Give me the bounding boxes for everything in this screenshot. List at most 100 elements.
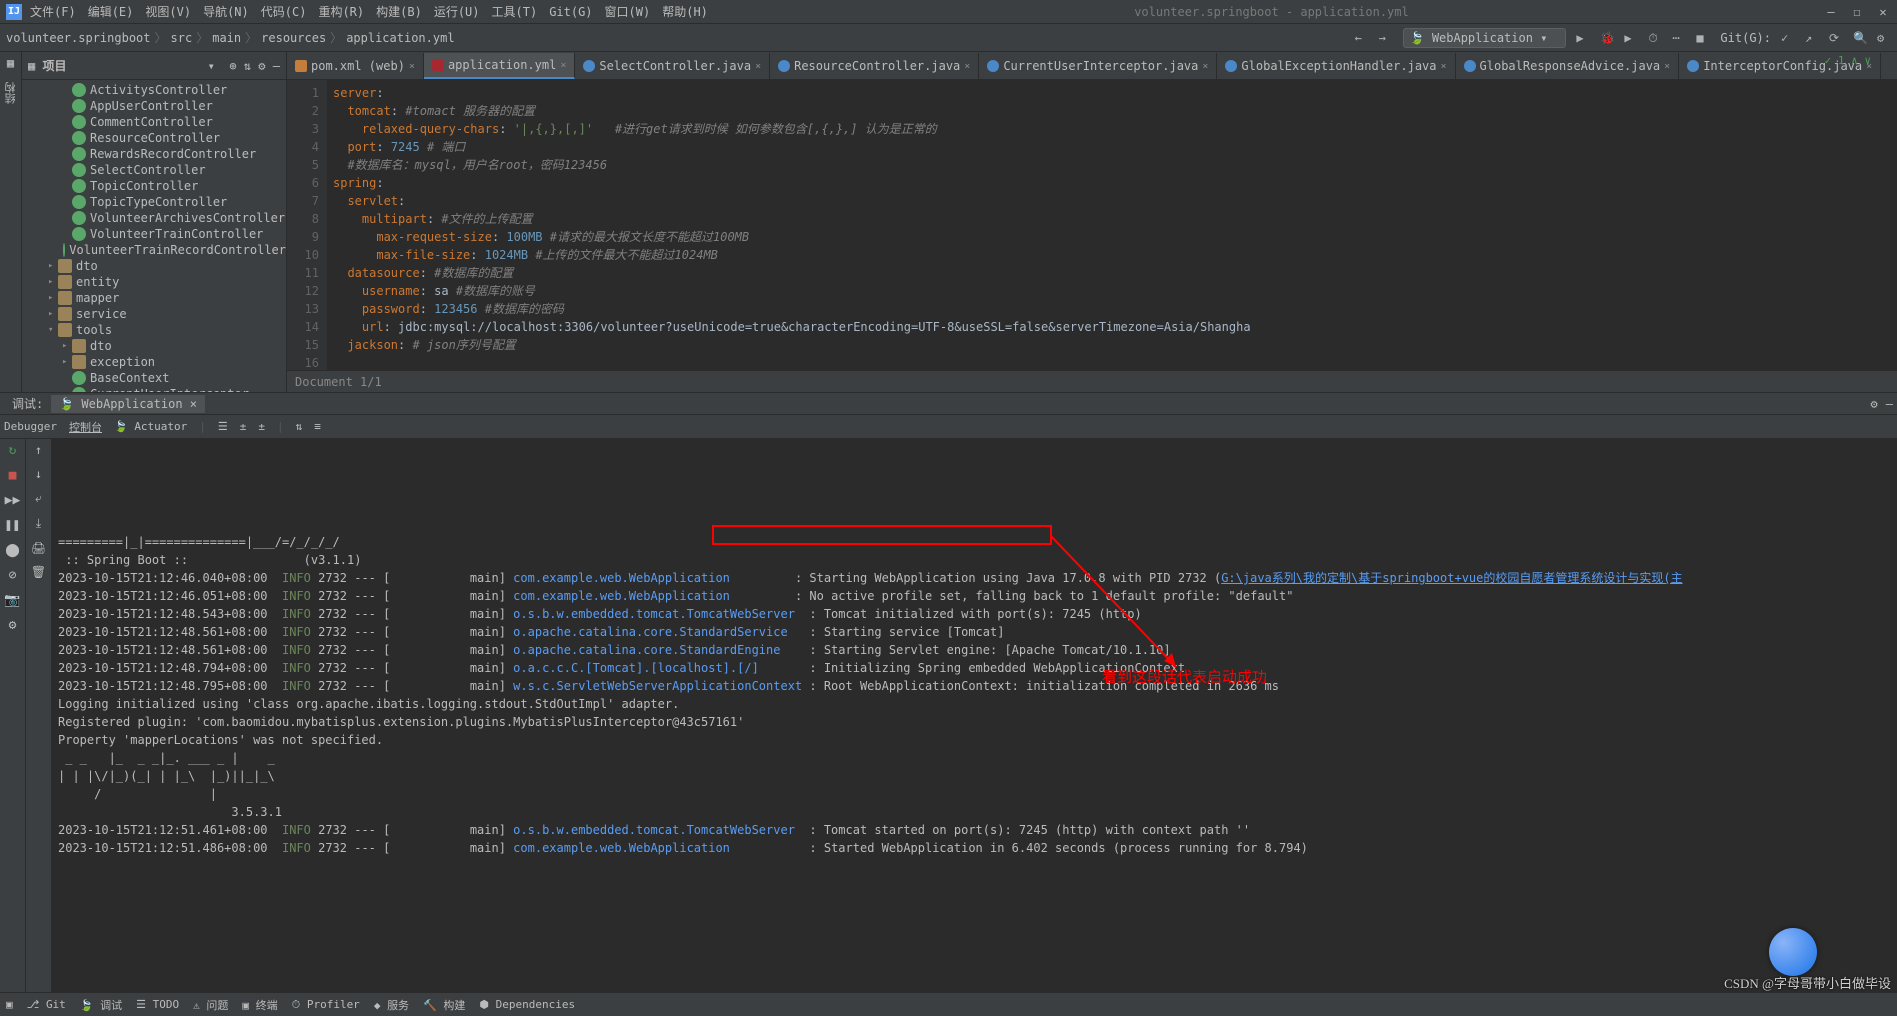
console-tool-icon5[interactable]: ≡	[314, 420, 321, 433]
editor-tab[interactable]: application.yml×	[424, 53, 575, 79]
clear-icon[interactable]: 🗑	[31, 565, 46, 579]
editor-tab[interactable]: GlobalResponseAdvice.java×	[1456, 53, 1680, 79]
crumb-project[interactable]: volunteer.springboot	[6, 31, 151, 45]
tree-node[interactable]: VolunteerArchivesController	[22, 210, 286, 226]
status-expand-icon[interactable]: ▣	[6, 998, 13, 1011]
menu-run[interactable]: 运行(U)	[434, 3, 480, 20]
stop-icon[interactable]: ■	[1696, 31, 1710, 45]
minimize-icon[interactable]: —	[1823, 5, 1839, 19]
console-tool-icon4[interactable]: ⇅	[296, 420, 303, 433]
settings-icon[interactable]: ⚙	[258, 59, 265, 73]
run-config-tab[interactable]: 🍃 WebApplication ×	[51, 395, 205, 413]
menu-window[interactable]: 窗口(W)	[605, 3, 651, 20]
tree-node[interactable]: ▸service	[22, 306, 286, 322]
status-debug[interactable]: 🍃 调试	[80, 997, 122, 1013]
run-hide-icon[interactable]: —	[1886, 397, 1893, 411]
tree-node[interactable]: ActivitysController	[22, 82, 286, 98]
status-dependencies[interactable]: ⬢ Dependencies	[479, 998, 575, 1011]
tree-node[interactable]: VolunteerTrainRecordController	[22, 242, 286, 258]
project-tool-button[interactable]: ▦	[7, 56, 14, 70]
debug-icon[interactable]: 🐞	[1600, 31, 1614, 45]
camera-icon[interactable]: 📷	[4, 593, 20, 608]
status-problems[interactable]: ⚠ 问题	[193, 997, 228, 1013]
crumb-file[interactable]: application.yml	[346, 31, 454, 45]
up-icon[interactable]: ↑	[35, 443, 42, 457]
status-git[interactable]: ⎇ Git	[27, 998, 66, 1011]
editor-tab[interactable]: pom.xml (web)×	[287, 53, 424, 79]
forward-icon[interactable]: →	[1379, 31, 1393, 45]
expand-icon[interactable]: ⇅	[244, 59, 251, 73]
inspection-badge[interactable]: ✓ 1 ∧ ∨	[1825, 54, 1871, 67]
run-settings-icon[interactable]: ⚙	[1871, 397, 1878, 411]
stop-debug-icon[interactable]: ■	[9, 468, 17, 483]
status-services[interactable]: ◆ 服务	[374, 997, 409, 1013]
back-icon[interactable]: ←	[1355, 31, 1369, 45]
profile-icon[interactable]: ⏱	[1648, 31, 1662, 45]
hide-icon[interactable]: —	[273, 59, 280, 73]
crumb-resources[interactable]: resources	[261, 31, 326, 45]
coverage-icon[interactable]: ▶	[1624, 31, 1638, 45]
tree-node[interactable]: ▸entity	[22, 274, 286, 290]
crumb-main[interactable]: main	[212, 31, 241, 45]
vcs-push-icon[interactable]: ↗	[1805, 31, 1819, 45]
editor-tab[interactable]: GlobalExceptionHandler.java×	[1217, 53, 1455, 79]
tree-node[interactable]: ▸dto	[22, 258, 286, 274]
resume-icon[interactable]: ▶▶	[5, 493, 21, 508]
tree-node[interactable]: ▸mapper	[22, 290, 286, 306]
menu-build[interactable]: 构建(B)	[376, 3, 422, 20]
search-everywhere-icon[interactable]: 🔍	[1853, 31, 1867, 45]
vcs-history-icon[interactable]: ⟳	[1829, 31, 1843, 45]
run-config-combo[interactable]: 🍃 WebApplication ▾	[1403, 28, 1567, 48]
menu-git[interactable]: Git(G)	[549, 5, 592, 19]
menu-file[interactable]: 文件(F)	[30, 3, 76, 20]
console-tool-icon[interactable]: ☰	[218, 420, 228, 433]
tree-node[interactable]: ResourceController	[22, 130, 286, 146]
status-todo[interactable]: ☰ TODO	[136, 998, 179, 1011]
tree-node[interactable]: VolunteerTrainController	[22, 226, 286, 242]
collapse-icon[interactable]: ⊕	[229, 59, 236, 73]
attach-icon[interactable]: ⋯	[1672, 31, 1686, 45]
console-tool-icon2[interactable]: ±	[240, 420, 247, 433]
tree-node[interactable]: SelectController	[22, 162, 286, 178]
editor-tab[interactable]: CurrentUserInterceptor.java×	[979, 53, 1217, 79]
menu-code[interactable]: 代码(C)	[261, 3, 307, 20]
down-icon[interactable]: ↓	[35, 467, 42, 481]
view-breakpoints-icon[interactable]: ⬤	[5, 543, 20, 558]
actuator-tab[interactable]: 🍃 Actuator	[114, 420, 187, 433]
status-build[interactable]: 🔨 构建	[423, 997, 465, 1013]
run-icon[interactable]: ▶	[1576, 31, 1590, 45]
project-tool-dropdown-icon[interactable]: ▾	[208, 59, 215, 73]
status-profiler[interactable]: ⏱ Profiler	[292, 998, 360, 1012]
soft-wrap-icon[interactable]: ⤶	[35, 491, 42, 506]
crumb-src[interactable]: src	[171, 31, 193, 45]
pause-icon[interactable]: ❚❚	[5, 518, 21, 533]
project-tree[interactable]: ActivitysControllerAppUserControllerComm…	[22, 80, 286, 392]
structure-tab[interactable]: 结构	[1, 78, 21, 108]
project-selector-icon[interactable]: ▦	[28, 59, 35, 73]
status-terminal[interactable]: ▣ 终端	[242, 997, 277, 1013]
code-area[interactable]: server: tomcat: #tomact 服务器的配置 relaxed-q…	[327, 80, 1897, 370]
debugger-tab[interactable]: Debugger	[4, 420, 57, 433]
tree-node[interactable]: BaseContext	[22, 370, 286, 386]
tree-node[interactable]: CurrentUserInterceptor	[22, 386, 286, 392]
menu-help[interactable]: 帮助(H)	[662, 3, 708, 20]
settings-debug-icon[interactable]: ⚙	[9, 618, 17, 633]
tree-node[interactable]: ▸dto	[22, 338, 286, 354]
assistant-bubble-icon[interactable]	[1769, 928, 1817, 976]
close-icon[interactable]: ✕	[1875, 5, 1891, 19]
project-tool-title[interactable]: 项目	[42, 57, 66, 74]
menu-edit[interactable]: 编辑(E)	[88, 3, 134, 20]
menu-view[interactable]: 视图(V)	[145, 3, 191, 20]
scroll-end-icon[interactable]: ⤓	[36, 516, 41, 531]
rerun-icon[interactable]: ↻	[9, 443, 17, 458]
editor-tab[interactable]: ResourceController.java×	[770, 53, 979, 79]
menu-refactor[interactable]: 重构(R)	[318, 3, 364, 20]
tree-node[interactable]: TopicTypeController	[22, 194, 286, 210]
maximize-icon[interactable]: ☐	[1849, 5, 1865, 19]
console-output[interactable]: =========|_|==============|___/=/_/_/_/ …	[52, 439, 1897, 992]
tree-node[interactable]: RewardsRecordController	[22, 146, 286, 162]
menu-tools[interactable]: 工具(T)	[492, 3, 538, 20]
tree-node[interactable]: AppUserController	[22, 98, 286, 114]
menu-navigate[interactable]: 导航(N)	[203, 3, 249, 20]
vcs-update-icon[interactable]: ✓	[1781, 31, 1795, 45]
